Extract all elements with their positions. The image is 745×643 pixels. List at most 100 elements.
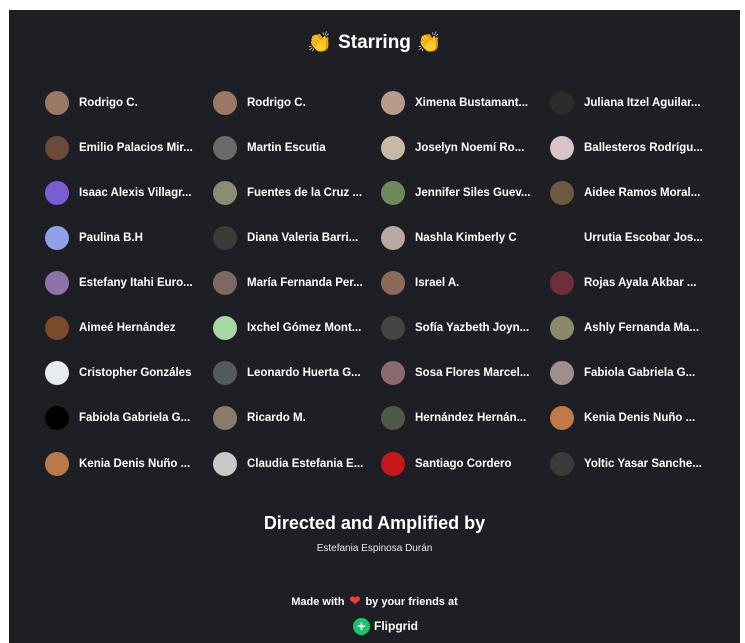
avatar [550, 316, 574, 341]
avatar [213, 90, 237, 115]
avatar [381, 361, 405, 386]
cast-member-name: Ximena Bustamant... [415, 96, 529, 109]
cast-member: María Fernanda Per... [213, 261, 381, 306]
cast-member: Jennifer Siles Guev... [381, 170, 550, 215]
avatar [381, 406, 405, 431]
cast-member: Martin Escutia [213, 125, 381, 170]
cast-member: Claudia Estefania E... [213, 441, 381, 486]
avatar [213, 406, 237, 431]
cast-member-name: Fuentes de la Cruz ... [247, 186, 363, 199]
cast-member-name: Urrutia Escobar Jos... [584, 231, 703, 244]
cast-member-name: Jennifer Siles Guev... [415, 186, 531, 199]
cast-member: Rojas Ayala Akbar ... [550, 261, 718, 306]
cast-member: Santiago Cordero [381, 441, 550, 486]
cast-member-name: Rodrigo C. [247, 96, 306, 109]
cast-member: Rodrigo C. [213, 80, 381, 125]
avatar [45, 271, 69, 295]
cast-member: Aimeé Hernández [45, 306, 213, 351]
avatar [213, 316, 237, 341]
avatar [550, 135, 574, 160]
cast-member-name: Rojas Ayala Akbar ... [584, 277, 697, 289]
cast-member-name: Ashly Fernanda Ma... [584, 322, 700, 335]
cast-member-name: Nashla Kimberly C [415, 231, 517, 244]
cast-member-name: Sosa Flores Marcel... [415, 367, 530, 380]
cast-member-name: Claudia Estefania E... [247, 457, 364, 470]
director-name: Estefania Espinosa Durán [316, 543, 433, 554]
cast-member: Kenia Denis Nuño ... [550, 396, 718, 441]
cast-grid: Rodrigo C. Rodrigo C. Ximena Bustamant... J… [45, 80, 718, 486]
cast-member: Nashla Kimberly C [381, 215, 550, 260]
avatar [550, 90, 574, 115]
cast-member: Yoltic Yasar Sanche... [550, 441, 718, 486]
avatar [45, 406, 69, 431]
cast-member: Sofía Yazbeth Joyn... [381, 306, 550, 351]
avatar [213, 180, 237, 205]
flipgrid-logo: + Flipgrid [353, 616, 418, 636]
avatar [381, 316, 405, 341]
flipgrid-brand-text: Flipgrid [374, 619, 418, 633]
avatar [381, 90, 405, 115]
avatar [45, 225, 69, 250]
cast-member: Diana Valeria Barri... [213, 215, 381, 260]
cast-member-name: Isaac Alexis Villagr... [79, 186, 192, 199]
cast-member-name: Joselyn Noemí Ro... [415, 141, 525, 154]
cast-member-name: Fabiola Gabriela G... [584, 367, 696, 380]
avatar [213, 135, 237, 160]
cast-member-name: Rodrigo C. [79, 96, 138, 109]
cast-member: Estefany Itahi Euro... [45, 261, 213, 306]
avatar [550, 361, 574, 386]
cast-member: Ashly Fernanda Ma... [550, 306, 718, 351]
avatar [550, 451, 574, 476]
cast-member-name: Diana Valeria Barri... [247, 231, 359, 244]
cast-member: Ximena Bustamant... [381, 80, 550, 125]
avatar [45, 316, 69, 341]
cast-member-name: Martin Escutia [247, 141, 326, 154]
cast-member-name: Kenia Denis Nuño ... [584, 412, 696, 425]
cast-member-name: Israel A. [415, 277, 460, 289]
cast-member-name: Ballesteros Rodrígu... [584, 141, 703, 154]
avatar [381, 180, 405, 205]
cast-member-name: Emilio Palacios Mir... [79, 141, 193, 154]
avatar [45, 90, 69, 115]
cast-member-name: Juliana Itzel Aguilar... [584, 96, 701, 109]
cast-member: Kenia Denis Nuño ... [45, 441, 213, 486]
cast-member: Emilio Palacios Mir... [45, 125, 213, 170]
flipgrid-plus-icon: + [353, 617, 370, 635]
cast-member: Fuentes de la Cruz ... [213, 170, 381, 215]
cast-member-name: Cristopher Gonzáles [79, 367, 192, 380]
avatar [550, 226, 574, 250]
cast-member: Paulina B.H [45, 215, 213, 260]
cast-member: Ballesteros Rodrígu... [550, 125, 718, 170]
cast-member: Joselyn Noemí Ro... [381, 125, 550, 170]
cast-member-name: Leonardo Huerta G... [247, 367, 361, 380]
avatar [45, 135, 69, 160]
cast-member-name: Ixchel Gómez Mont... [247, 322, 362, 335]
made-with-text: Made with [291, 596, 345, 608]
clapping-hands-icon: 👏 [416, 32, 442, 54]
made-with-line: Made with ❤ by your friends at [9, 593, 740, 609]
avatar [213, 361, 237, 386]
cast-member: Rodrigo C. [45, 80, 213, 125]
cast-member: Israel A. [381, 261, 550, 306]
cast-member: Ricardo M. [213, 396, 381, 441]
avatar [45, 180, 69, 205]
avatar [381, 271, 405, 295]
avatar [550, 406, 574, 431]
avatar [213, 451, 237, 476]
credits-screen: 👏 Starring 👏 Rodrigo C. Rodrigo C. Ximena Bu… [9, 10, 740, 643]
directed-by-heading: Directed and Amplified by [263, 513, 486, 533]
heart-icon: ❤ [349, 593, 361, 608]
cast-member-name: Kenia Denis Nuño ... [79, 457, 191, 470]
avatar [381, 225, 405, 250]
cast-member: Juliana Itzel Aguilar... [550, 80, 718, 125]
cast-member: Fabiola Gabriela G... [45, 396, 213, 441]
by-friends-text: by your friends at [365, 596, 458, 608]
cast-member-name: Santiago Cordero [415, 457, 512, 470]
cast-member: Hernández Hernán... [381, 396, 550, 441]
avatar [45, 451, 69, 476]
avatar [213, 271, 237, 295]
avatar [381, 451, 405, 476]
starring-title: 👏 Starring 👏 [9, 31, 740, 55]
cast-member: Isaac Alexis Villagr... [45, 170, 213, 215]
cast-member-name: Sofía Yazbeth Joyn... [415, 322, 530, 335]
